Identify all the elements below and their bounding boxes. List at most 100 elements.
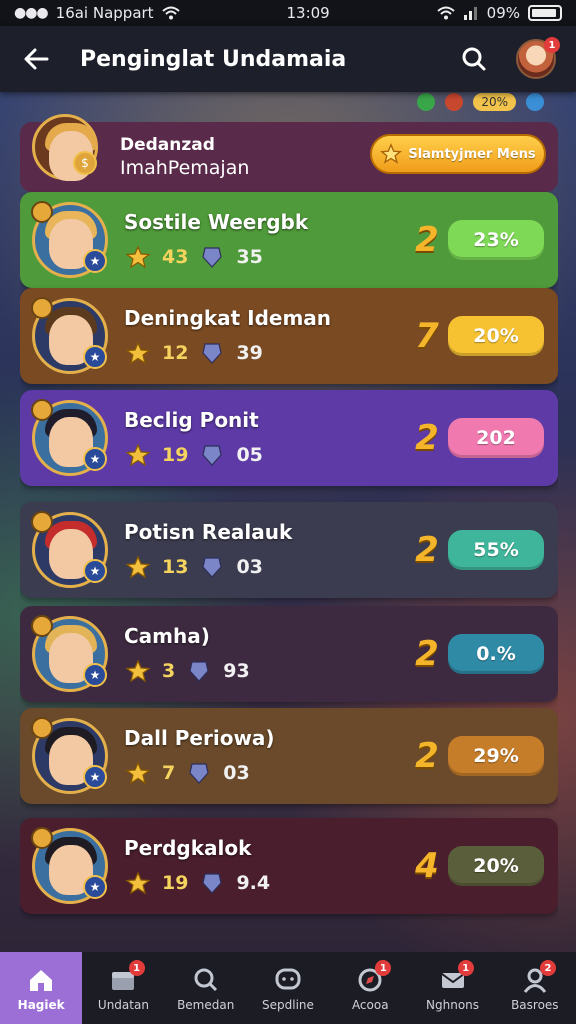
tab-undatan[interactable]: Undatan 1 (82, 952, 164, 1024)
avatar: ★ (31, 297, 108, 374)
percent-pill[interactable]: 29% (448, 736, 544, 776)
rank-number: 2 (415, 736, 439, 776)
signal-dots-icon: ●●● (14, 5, 49, 21)
tab-hagiek[interactable]: Hagiek (0, 952, 83, 1024)
battery-percent: 09% (486, 4, 520, 22)
avatar: ★ (31, 827, 108, 904)
bottom-tab-bar: Hagiek Undatan 1 Bemedan Sepdline Acooa … (0, 952, 576, 1024)
player-name: Potisn Realauk (124, 520, 293, 544)
player-name: Deningkat Ideman (124, 306, 332, 330)
rank-number: 7 (415, 316, 439, 356)
partial-row-top: 20% (20, 92, 558, 112)
wifi-icon (161, 6, 180, 20)
search-icon (462, 47, 486, 71)
stat-primary: 43 (162, 246, 189, 268)
back-button[interactable] (20, 43, 52, 75)
carrier-name: 16ai Nappart (55, 4, 154, 22)
tab-nghnons[interactable]: Nghnons 1 (411, 952, 493, 1024)
class-icon: ★ (83, 559, 107, 583)
avatar: $ (32, 114, 98, 181)
arrow-left-icon (24, 48, 49, 70)
tab-label: Acooa (351, 997, 389, 1012)
percent-pill[interactable]: 0.% (448, 634, 544, 674)
star-icon (124, 340, 152, 366)
player-row[interactable]: ★ Dall Periowa) 7 03 2 29% (20, 708, 558, 804)
rank-number: 2 (415, 634, 439, 674)
stat-secondary: 39 (236, 342, 263, 364)
tab-badge: 1 (128, 960, 145, 976)
rank-number: 4 (415, 846, 439, 886)
player-row[interactable]: ★ Camha) 3 93 2 0.% (20, 606, 558, 702)
stat-primary: 13 (162, 556, 189, 578)
star-icon (124, 554, 152, 580)
star-icon (124, 870, 152, 896)
tab-sepdline[interactable]: Sepdline (247, 952, 329, 1024)
avatar: ★ (31, 399, 108, 476)
status-bar: ●●● 16ai Nappart 13:09 09% (0, 0, 576, 26)
tab-acooa[interactable]: Acooa 1 (329, 952, 411, 1024)
rank-number: 2 (415, 530, 439, 570)
player-row[interactable]: ★ Potisn Realauk 13 03 2 55% (20, 502, 558, 598)
search-icon (191, 965, 221, 995)
tab-label: Sepdline (262, 997, 314, 1012)
leaderboard-list[interactable]: 20% $ Dedanzad ImahPemajan Slamtyjmer Me… (20, 92, 558, 952)
stat-primary: 19 (162, 872, 189, 894)
star-icon (124, 658, 152, 684)
avatar: ★ (31, 511, 108, 588)
class-icon: ★ (83, 249, 107, 273)
stat-secondary: 05 (236, 444, 263, 466)
green-gem-icon (417, 93, 436, 111)
shield-icon (198, 442, 226, 468)
player-row[interactable]: ★ Deningkat Ideman 12 39 7 20% (20, 288, 558, 384)
tab-label: Nghnons (426, 997, 480, 1012)
player-row[interactable]: ★ Perdgkalok 19 9.4 4 20% (20, 818, 558, 914)
player-name: Camha) (124, 624, 210, 648)
tab-basroes[interactable]: Basroes 2 (494, 952, 576, 1024)
app-bar: Penginglat Undamaia 1 (0, 26, 576, 92)
avatar: ★ (31, 201, 108, 278)
stat-primary: 7 (162, 762, 176, 784)
class-icon: ★ (83, 663, 107, 687)
clock: 13:09 (286, 4, 330, 22)
percent-pill[interactable]: 23% (448, 220, 544, 260)
invite-button[interactable]: Slamtyjmer Mens (370, 134, 546, 174)
star-icon (124, 244, 152, 270)
blue-gem-icon (526, 93, 544, 111)
tab-badge: 2 (539, 960, 556, 976)
player-row[interactable]: ★ Beclig Ponit 19 05 2 202 (20, 390, 558, 486)
class-icon: ★ (83, 447, 107, 471)
percent-pill[interactable]: 20% (448, 846, 544, 886)
profile-avatar[interactable]: 1 (516, 37, 560, 79)
battery-icon (528, 5, 562, 21)
stat-secondary: 93 (223, 660, 250, 682)
shield-icon (185, 658, 213, 684)
class-icon: ★ (83, 345, 107, 369)
player-name: Perdgkalok (124, 836, 252, 860)
invite-button-label: Slamtyjmer Mens (408, 146, 536, 162)
wifi-icon (436, 6, 455, 20)
stat-primary: 19 (162, 444, 189, 466)
tab-label: Undatan (97, 997, 149, 1012)
stat-secondary: 03 (236, 556, 263, 578)
tab-label: Hagiek (17, 997, 65, 1012)
percent-pill[interactable]: 55% (448, 530, 544, 570)
star-icon (380, 143, 403, 164)
stat-secondary: 9.4 (236, 872, 271, 894)
home-icon (26, 965, 56, 995)
page-title: Penginglat Undamaia (80, 46, 347, 72)
tab-bemedan[interactable]: Bemedan (165, 952, 247, 1024)
class-icon: ★ (83, 875, 107, 899)
class-icon: ★ (83, 765, 107, 789)
tab-badge: 1 (375, 960, 392, 976)
shield-icon (185, 760, 213, 786)
player-name: Beclig Ponit (124, 408, 259, 432)
search-button[interactable] (456, 41, 492, 77)
invite-row[interactable]: $ Dedanzad ImahPemajan Slamtyjmer Mens (20, 114, 558, 192)
tab-badge: 1 (457, 960, 474, 976)
star-icon (124, 760, 152, 786)
notification-badge: 1 (544, 37, 560, 53)
player-row[interactable]: ★ Sostile Weergbk 43 35 2 23% (20, 192, 558, 288)
percent-pill[interactable]: 202 (448, 418, 544, 458)
rank-number: 2 (415, 418, 439, 458)
percent-pill[interactable]: 20% (448, 316, 544, 356)
